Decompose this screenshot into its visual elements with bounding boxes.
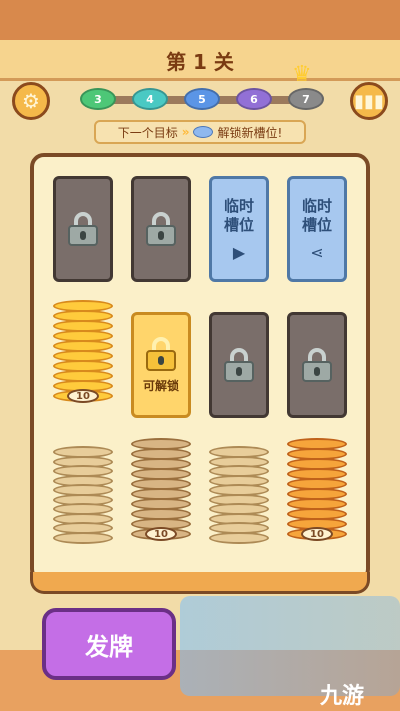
level-node-6: 6 <box>236 88 272 110</box>
top-frame <box>0 0 400 40</box>
temp-slot-share[interactable]: 临时 槽位 ⋖ <box>287 176 347 282</box>
wood-coin-stack[interactable]: 10 <box>131 438 191 556</box>
deal-button[interactable]: 发牌 <box>42 608 176 680</box>
temp-slot-video[interactable]: 临时 槽位 ▶ <box>209 176 269 282</box>
empty-slot-stack[interactable] <box>209 446 269 556</box>
orange-coin-stack[interactable]: 10 <box>287 438 347 556</box>
bar-chart-icon: ▮▮▮ <box>354 90 384 112</box>
stack-count-badge: 10 <box>145 527 177 541</box>
gold-coin-stack[interactable]: 10 <box>53 300 113 420</box>
deal-button-label: 发牌 <box>85 632 133 661</box>
empty-slot-stack[interactable] <box>53 446 113 556</box>
brand-watermark: 九游 <box>320 684 365 709</box>
share-icon: ⋖ <box>310 242 324 262</box>
locked-slot[interactable] <box>53 176 113 282</box>
goal-arrows: » <box>181 125 190 139</box>
lock-icon <box>146 212 176 246</box>
unlockable-slot[interactable]: 可解锁 <box>131 312 191 418</box>
level-node-4: 4 <box>132 88 168 110</box>
goal-text: 解锁新槽位! <box>217 125 283 140</box>
level-node-5: 5 <box>184 88 220 110</box>
coin-disc <box>53 531 113 544</box>
locked-slot[interactable] <box>287 312 347 418</box>
settings-button[interactable]: ⚙ <box>12 82 50 120</box>
lock-icon <box>302 348 332 382</box>
level-title: 第 1 关 <box>166 50 234 74</box>
lock-icon <box>224 348 254 382</box>
crown-icon: ♛ <box>292 62 312 87</box>
next-goal-banner: 下一个目标 » 解锁新槽位! <box>94 120 306 144</box>
board-rim <box>30 572 370 594</box>
gear-icon: ⚙ <box>22 89 40 113</box>
watermark-overlay <box>180 596 400 696</box>
locked-slot[interactable] <box>209 312 269 418</box>
temp-slot-label: 临时 槽位 <box>223 196 254 234</box>
stack-count-badge: 10 <box>67 389 99 403</box>
coin-disc <box>209 531 269 544</box>
locked-slot[interactable] <box>131 176 191 282</box>
goal-prefix: 下一个目标 <box>117 125 178 140</box>
video-icon: ▶ <box>232 242 246 262</box>
stats-button[interactable]: ▮▮▮ <box>350 82 388 120</box>
stack-count-badge: 10 <box>301 527 333 541</box>
unlockable-label: 可解锁 <box>142 378 179 393</box>
lock-icon <box>68 212 98 246</box>
level-node-7: 7 <box>288 88 324 110</box>
chip-icon <box>193 126 214 138</box>
lock-icon <box>146 336 176 371</box>
temp-slot-label: 临时 槽位 <box>301 196 332 234</box>
level-node-3: 3 <box>80 88 116 110</box>
